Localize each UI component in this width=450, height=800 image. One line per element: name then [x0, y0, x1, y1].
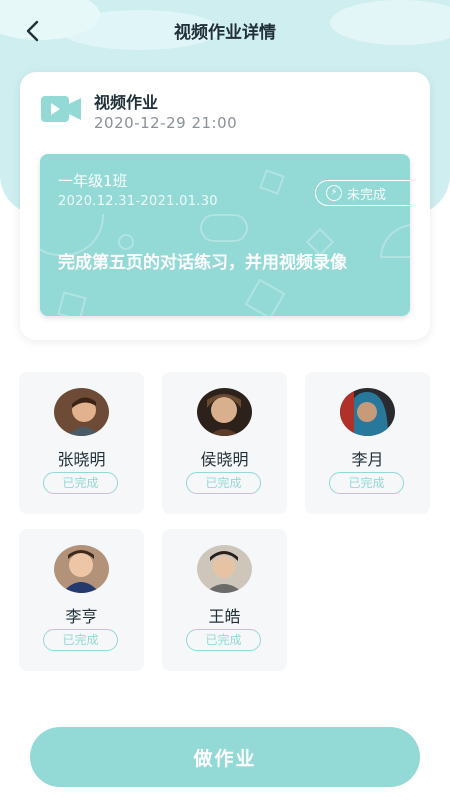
date-range: 2020.12.31-2021.01.30 [58, 194, 218, 209]
lightning-icon: ⚡ [326, 185, 342, 201]
student-name: 李亨 [65, 607, 98, 626]
status-text: 未完成 [347, 187, 387, 203]
homework-description: 完成第五页的对话练习，并用视频录像 [58, 253, 347, 273]
student-card[interactable]: 张晓明 已完成 [19, 372, 144, 514]
decoration-shape [259, 169, 285, 195]
avatar [197, 545, 252, 593]
student-status-badge: 已完成 [186, 472, 261, 494]
homework-type: 视频作业 [94, 93, 159, 112]
student-status-badge: 已完成 [43, 472, 118, 494]
decoration-shape [118, 234, 134, 250]
decoration-shape [57, 291, 87, 316]
status-badge: ⚡ 未完成 [315, 180, 410, 206]
avatar [54, 545, 109, 593]
homework-card: 视频作业 2020-12-29 21:00 一年级1班 2020.12.31-2… [20, 72, 430, 340]
homework-publish-time: 2020-12-29 21:00 [94, 114, 238, 132]
student-name: 张晓明 [57, 450, 106, 469]
navigation-bar: 视频作业详情 [0, 0, 450, 60]
student-card[interactable]: 王皓 已完成 [162, 529, 287, 671]
student-name: 侯晓明 [200, 450, 249, 469]
decoration-shape [244, 278, 286, 316]
student-status-badge: 已完成 [329, 472, 404, 494]
do-homework-button[interactable]: 做作业 [30, 727, 420, 787]
video-camera-icon [41, 96, 81, 122]
avatar [197, 388, 252, 436]
student-card[interactable]: 李月 已完成 [305, 372, 430, 514]
student-name: 李月 [351, 450, 384, 469]
class-name: 一年级1班 [58, 172, 128, 190]
avatar [340, 388, 395, 436]
student-card[interactable]: 李亨 已完成 [19, 529, 144, 671]
student-status-badge: 已完成 [186, 629, 261, 651]
student-status-badge: 已完成 [43, 629, 118, 651]
student-name: 王皓 [208, 607, 241, 626]
decoration-shape [200, 214, 248, 242]
homework-task-panel[interactable]: 一年级1班 2020.12.31-2021.01.30 ⚡ 未完成 完成第五页的… [40, 154, 410, 316]
student-card[interactable]: 侯晓明 已完成 [162, 372, 287, 514]
avatar [54, 388, 109, 436]
page-title: 视频作业详情 [174, 23, 276, 43]
